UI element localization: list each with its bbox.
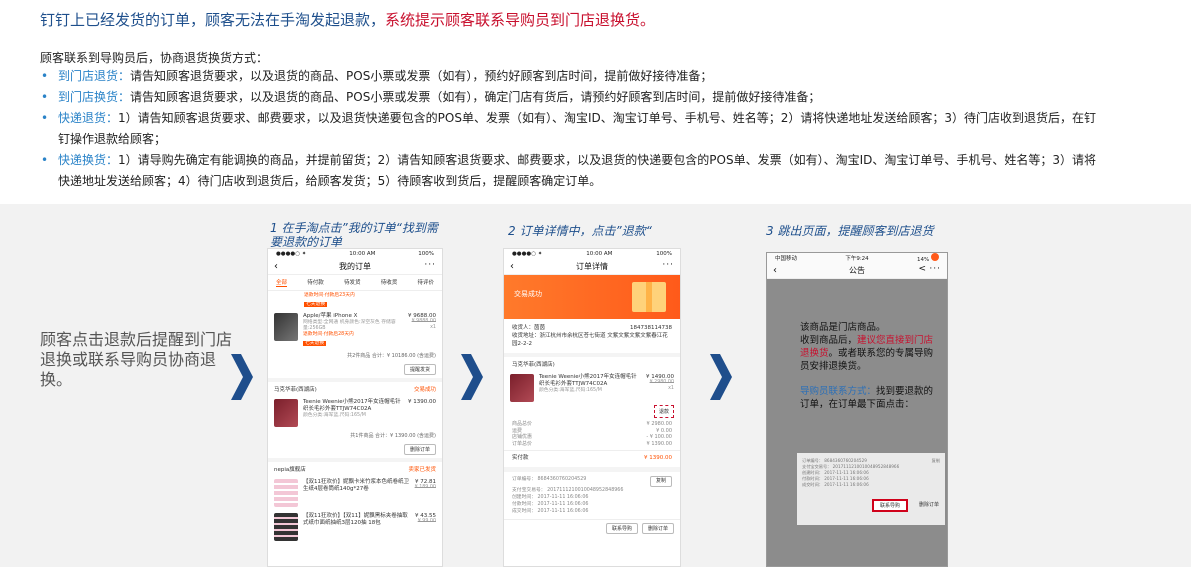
list-item: 到门店换货：请告知顾客退货要求，以及退货的商品、POS小票或发票（如有），确定门… [40,87,1100,108]
order-status-banner: 交易成功 [504,275,680,319]
page-title: 订单详情 [576,262,608,271]
steps-band: 顾客点击退款后提醒到门店退换或联系导购员协商退换。 1 在手淘点击”我的订单“找… [0,204,1191,567]
remind-ship-button[interactable]: 提醒发货 [403,364,436,375]
page-title: 公告 [849,266,865,275]
phone-order-detail: ●●●●○ ✦ 10:00 AM 100% ‹ 订单详情 ··· 交易成功 收货… [503,248,681,567]
tab-all[interactable]: 全部 [276,278,288,287]
more-icon[interactable]: ··· [662,257,674,273]
step-1-title: 1 在手淘点击”我的订单“找到需要退款的订单 [270,221,438,249]
tab-to-receive[interactable]: 待收货 [381,278,398,287]
refund-button[interactable]: 退款 [653,405,674,418]
shop-row: 马克华菲(西湖店) 交易成功 [268,378,442,396]
arrow-right-icon [231,354,253,400]
order-info-card: 订单编号： 8684360760204529 复制 支付宝交易号： 2017111… [797,453,945,525]
shop-row: 马克华菲(西湖店) [512,362,555,368]
contact-guide-button[interactable]: 联系导购 [872,499,909,512]
shop-row: nepia旗舰店 卖家已发货 [268,458,442,476]
heading-main: 钉钉上已经发货的订单，顾客无法在手淘发起退款， [40,11,386,29]
list-item[interactable]: Teenie Weenie小熊2017年女连帽毛针织长毛衫外套TTJW74C02… [268,396,442,430]
page-title: 我的订单 [339,262,371,271]
back-icon[interactable]: ‹ [773,263,777,279]
intro-text: 顾客联系到导购员后，协商退货换货方式： [40,51,269,65]
step-3-title: 3 跳出页面，提醒顾客到店退货 [766,224,934,238]
status-bar: ●●●●○ ✦ 10:00 AM 100% [276,251,434,257]
order-tabs: 全部 待付款 待发货 待收货 待评价 [268,275,442,291]
order-meta: 订单编号： 8684360760204529 复制 支付宝交易号： 2017111… [504,472,680,519]
tab-unpaid[interactable]: 待付款 [307,278,324,287]
nav-bar: ‹ 公告 < ··· [767,263,947,279]
copy-button[interactable]: 复制 [649,476,672,487]
tab-to-ship[interactable]: 待发货 [344,278,361,287]
delete-order-button[interactable]: 删除订单 [919,501,939,508]
product-image [274,513,298,541]
notice-message: 该商品是门店商品。 收到商品后，建议您直接到门店退换货。或者联系您的专属导购员安… [800,322,934,410]
list-item[interactable]: 【双11狂欢价】【双11】妮飘黑标夹卷抽取式纸巾面纸抽纸3层120抽 18包 ¥… [268,510,442,544]
tutorial-page: 钉钉上已经发货的订单，顾客无法在手淘发起退款，系统提示顾客联系导购员到门店退换货… [0,0,1191,567]
nav-bar: ‹ 订单详情 ··· [504,259,680,275]
list-item[interactable]: 【双11狂欢价】妮飘卡米竹浆本色纸卷纸卫生纸4层卷筒纸140g*27卷 ¥ 72… [268,476,442,510]
list-item[interactable]: Apple/苹果 iPhone X 网络类型:全网通 机身颜色:深空灰色 存储容… [268,310,442,350]
delete-order-button[interactable]: 删除订单 [403,444,436,455]
left-caption: 顾客点击退款后提醒到门店退换或联系导购员协商退换。 [40,330,233,389]
share-icon[interactable]: < [918,261,927,277]
back-icon[interactable]: ‹ [510,259,514,275]
phone-my-orders: ●●●●○ ✦ 10:00 AM 100% ‹ 我的订单 ··· 全部 待付款 … [267,248,443,567]
tab-to-review[interactable]: 待评价 [417,278,434,287]
more-icon[interactable]: ··· [424,257,436,273]
step-2-title: 2 订单详情中，点击”退款“ [508,224,652,238]
status-badge: 七天退换 [304,302,328,307]
product-image [274,399,298,427]
list-item: 到门店退货：请告知顾客退货要求，以及退货的商品、POS小票或发票（如有），预约好… [40,66,1100,87]
list-item: 快递换货：1）请导购先确定有能调换的商品，并提前留货；2）请告知顾客退货要求、邮… [40,150,1100,192]
product-image [274,313,298,341]
copy-button[interactable]: 复制 [932,458,940,464]
back-icon[interactable]: ‹ [274,259,278,275]
arrow-right-icon [461,354,483,400]
notification-dot-icon [930,253,939,261]
status-bar: ●●●●○ ✦ 10:00 AM 100% [512,251,672,257]
arrow-right-icon [710,354,732,400]
return-options-list: 到门店退货：请告知顾客退货要求，以及退货的商品、POS小票或发票（如有），预约好… [40,66,1100,192]
list-item: 快递退货：1）请告知顾客退货要求、邮费要求，以及退货快递要包含的POS单、发票（… [40,108,1100,150]
gift-box-icon [632,282,666,312]
nav-bar: ‹ 我的订单 ··· [268,259,442,275]
list-item: Teenie Weenie小熊2017年女连帽毛针织长毛衫外套TTJW74C02… [504,371,680,405]
heading-red: 系统提示顾客联系导购员到门店退换货。 [385,11,656,29]
contact-guide-button[interactable]: 联系导购 [605,523,638,534]
delete-order-button[interactable]: 删除订单 [641,523,674,534]
address-block: 收货人：茵茵 184738114738 收货地址：浙江杭州市余杭区苍七街道 文紫… [504,319,680,357]
page-heading: 钉钉上已经发货的订单，顾客无法在手淘发起退款，系统提示顾客联系导购员到门店退换货… [40,9,655,30]
product-image [510,374,534,402]
product-image [274,479,298,507]
more-icon[interactable]: ··· [929,261,941,277]
phone-notice: 中国移动 下午9:24 14% ‹ 公告 < ··· 该商品是门店商品。 收到商… [766,252,948,567]
